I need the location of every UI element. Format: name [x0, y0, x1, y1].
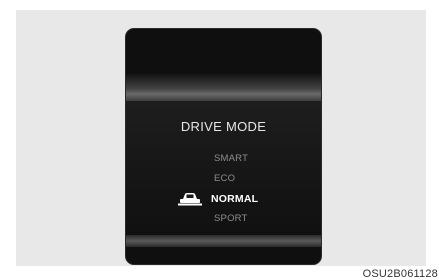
mode-option-sport: SPORT [214, 213, 248, 224]
mode-option-normal: NORMAL [211, 193, 259, 205]
figure-code: OSU2B061128 [362, 268, 438, 280]
car-icon [178, 193, 202, 206]
display-bottom-bezel [126, 235, 321, 247]
mode-option-eco: ECO [214, 173, 236, 184]
mode-option-smart: SMART [214, 153, 249, 164]
drive-mode-title: DRIVE MODE [180, 119, 267, 134]
cluster-display: DRIVE MODE SMART ECO NORMAL SPORT [125, 28, 322, 265]
